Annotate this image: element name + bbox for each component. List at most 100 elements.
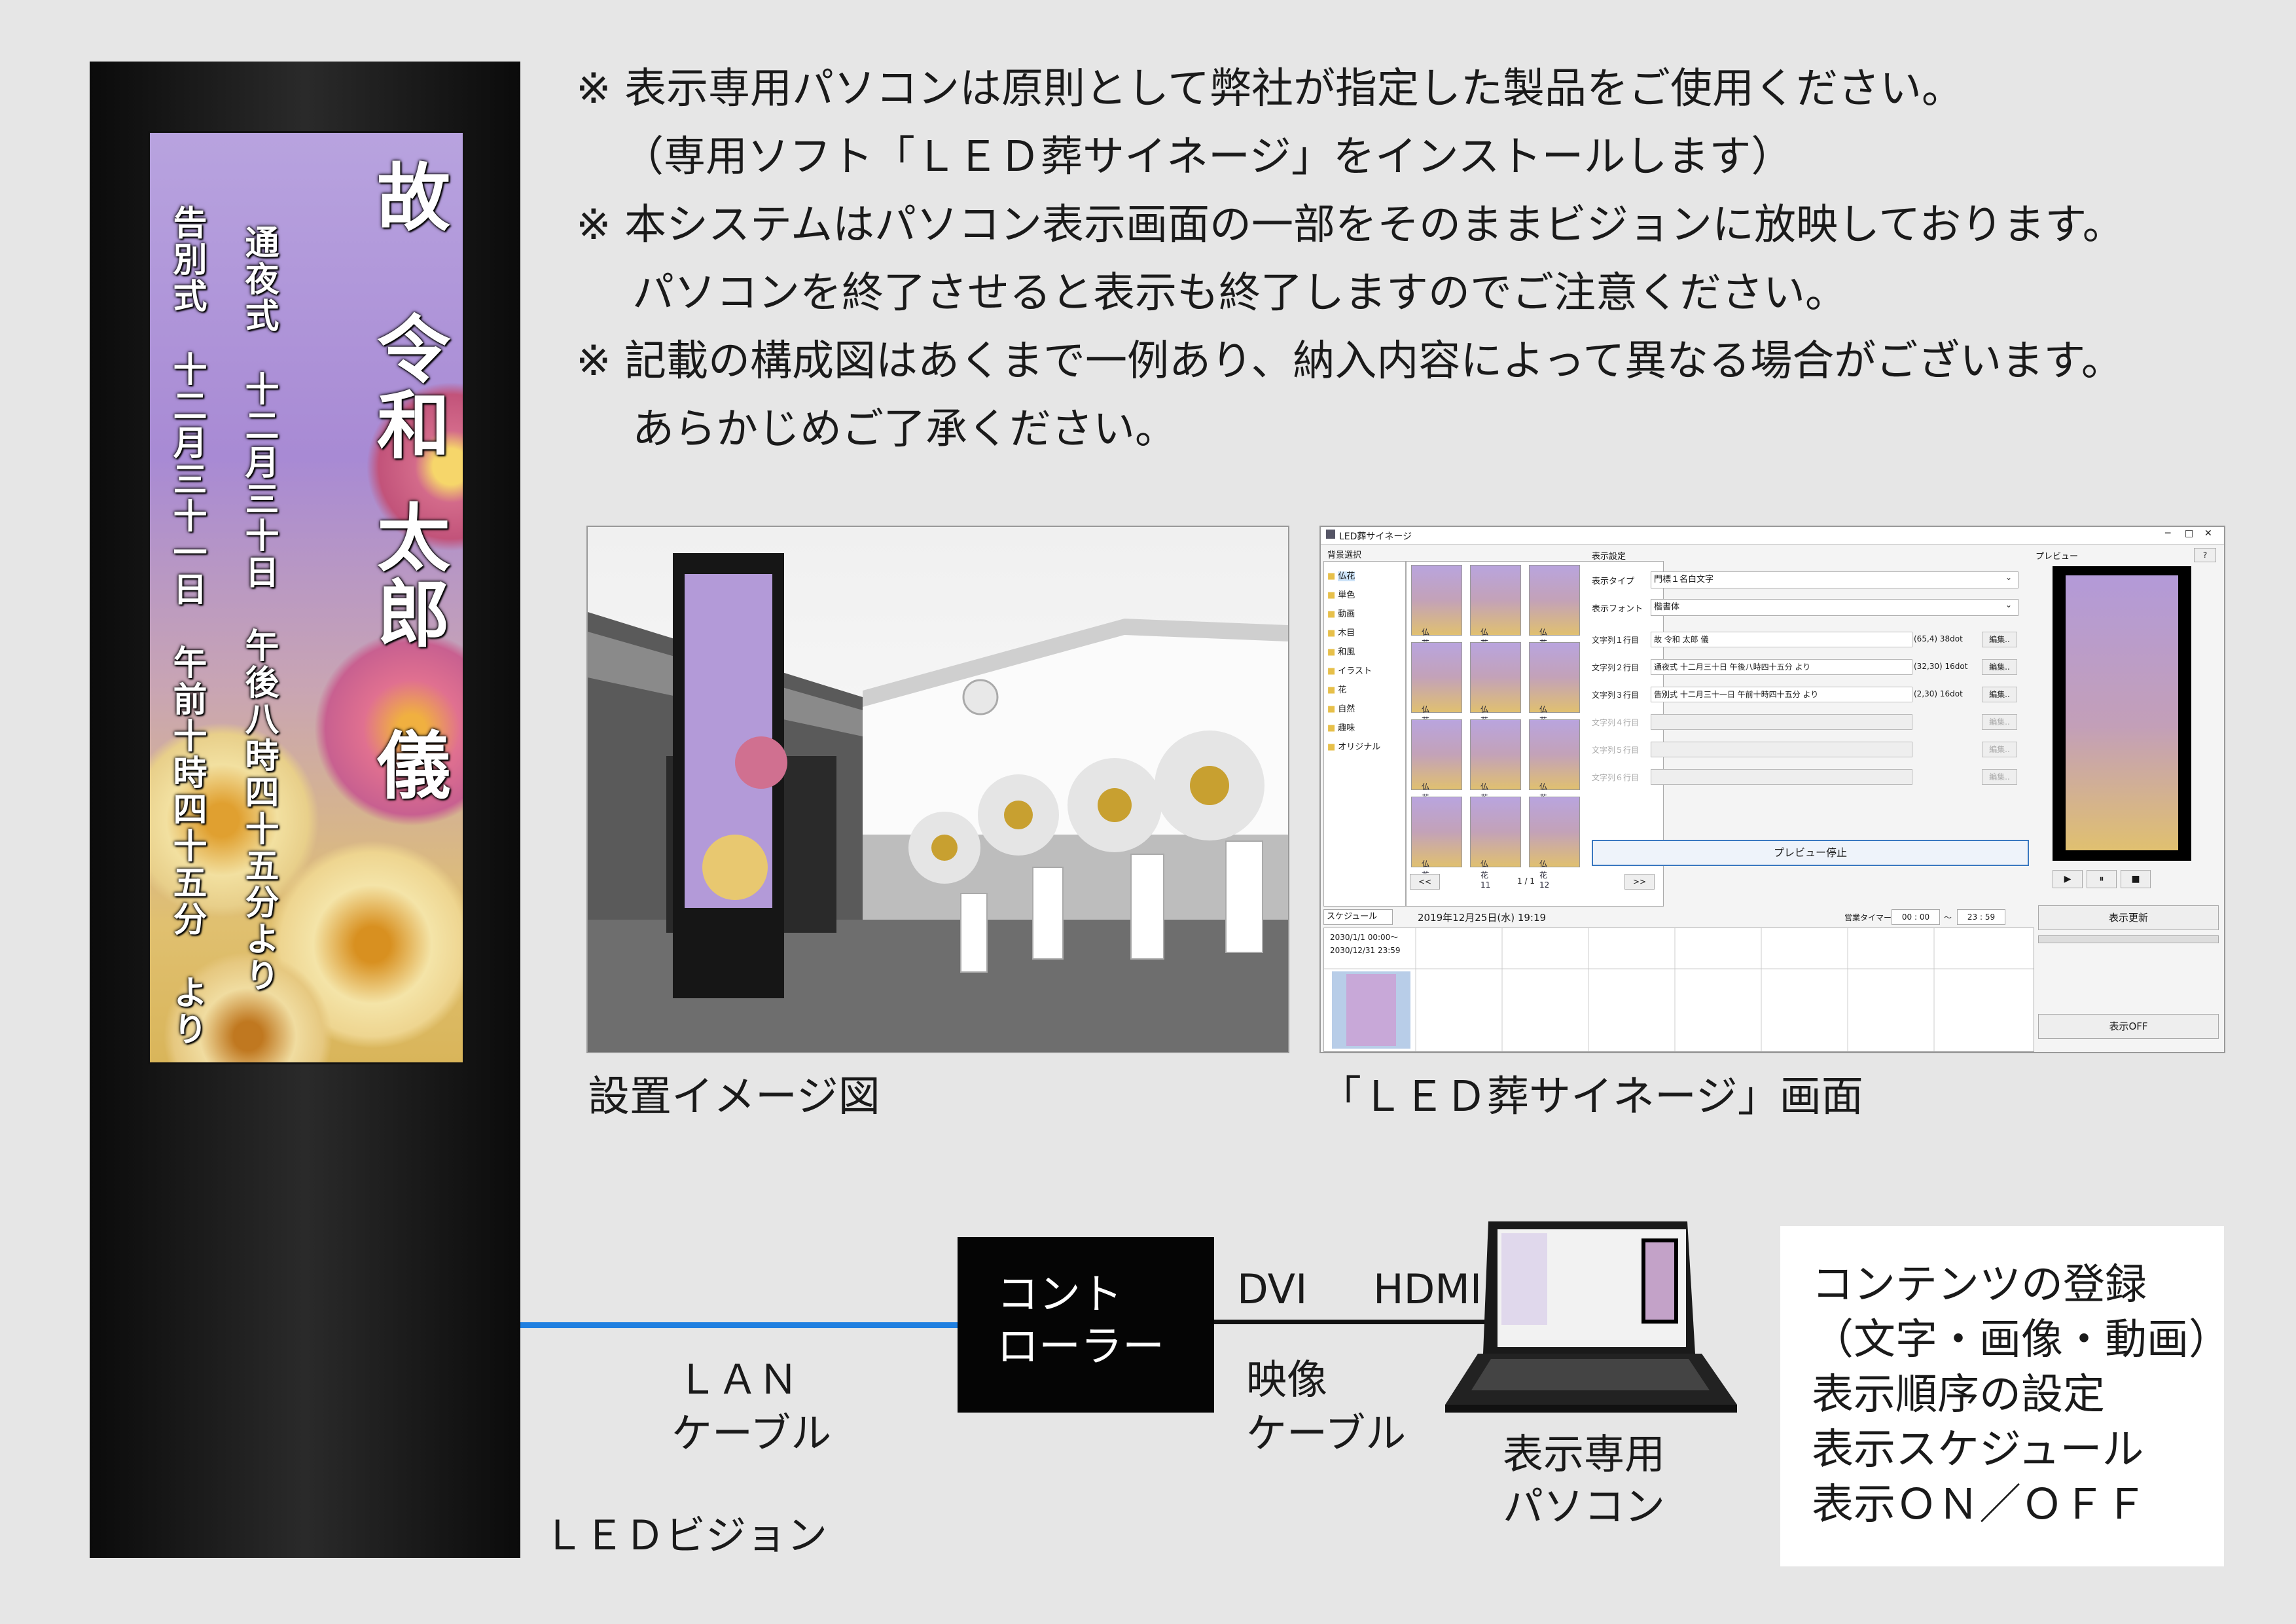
next-page-button[interactable]: >>: [1624, 874, 1655, 890]
note-3b: あらかじめご了承ください。: [632, 405, 1177, 454]
preview-stop-button[interactable]: プレビュー停止: [1592, 840, 2029, 866]
category-label: 単色: [1338, 590, 1355, 600]
led-screen: 故 令和 太郎 儀 通夜式 十二月三十日 午後八時四十五分より 告別式 十二月三…: [148, 131, 465, 1064]
background-thumb[interactable]: [1529, 565, 1580, 636]
app-title: LED葬サイネージ: [1339, 532, 1412, 542]
type-label: 表示タイプ: [1592, 577, 1635, 586]
category-label: 木目: [1338, 628, 1355, 638]
text-row-info: (2,30) 16dot: [1914, 689, 1963, 698]
led-vision-label: ＬＥＤビジョン: [543, 1511, 828, 1559]
function-item-1: コンテンツの登録: [1812, 1261, 2147, 1309]
background-thumb[interactable]: [1529, 797, 1580, 867]
edit-button[interactable]: 編集..: [1982, 632, 2017, 647]
note-2: ※ 本システムはパソコン表示画面の一部をそのままビジョンに放映しております。: [576, 201, 2125, 249]
timer-from[interactable]: 00 : 00: [1892, 909, 1940, 925]
category-item[interactable]: ■ オリジナル: [1327, 740, 1380, 752]
text-row-input[interactable]: 通夜式 十二月三十日 午後八時四十五分 より: [1651, 659, 1912, 675]
category-label: オリジナル: [1338, 742, 1381, 752]
pause-button[interactable]: ⏸: [2087, 870, 2117, 888]
background-thumb[interactable]: [1411, 797, 1462, 867]
sign-name-col1: 故 令和: [365, 159, 450, 463]
category-item[interactable]: ■ 花: [1327, 683, 1346, 695]
text-row-input[interactable]: [1651, 742, 1912, 757]
pc-label-1: 表示専用: [1503, 1430, 1666, 1478]
installation-image: [586, 526, 1289, 1053]
video-label-1: 映像: [1246, 1356, 1328, 1403]
text-row-label: 文字列５行目: [1592, 746, 1640, 755]
update-display-button[interactable]: 表示更新: [2038, 905, 2219, 930]
chevron-down-icon[interactable]: ⌄: [2005, 573, 2012, 582]
category-item[interactable]: ■ 自然: [1327, 702, 1355, 714]
edit-button[interactable]: 編集..: [1982, 659, 2017, 675]
edit-button[interactable]: 編集..: [1982, 742, 2017, 757]
background-thumb[interactable]: [1470, 719, 1521, 790]
app-caption: 「ＬＥＤ葬サイネージ」画面: [1319, 1073, 1863, 1121]
timer-label: 営業タイマー: [1844, 913, 1892, 922]
close-icon[interactable]: ✕: [2204, 528, 2212, 539]
timer-to[interactable]: 23 : 59: [1957, 909, 2005, 925]
text-row-input[interactable]: [1651, 769, 1912, 785]
lan-label-2: ケーブル: [672, 1409, 832, 1457]
category-item[interactable]: ■ 木目: [1327, 626, 1355, 638]
background-thumb[interactable]: [1529, 642, 1580, 713]
installation-illustration: [588, 553, 1288, 1052]
sign-wake-line: 通夜式 十二月三十日 午後八時四十五分より: [239, 225, 279, 994]
video-label-2: ケーブル: [1246, 1409, 1407, 1457]
category-item[interactable]: ■ 和風: [1327, 645, 1355, 657]
thumb-label: 仏花11: [1480, 859, 1491, 890]
category-label: 仏花: [1338, 571, 1355, 581]
folder-icon: ■: [1327, 723, 1336, 733]
folder-icon: ■: [1327, 666, 1336, 676]
text-row-input[interactable]: 告別式 十二月三十一日 午前十時四十五分 より: [1651, 687, 1912, 702]
preview-pane: [2053, 566, 2191, 861]
edit-button[interactable]: 編集..: [1982, 714, 2017, 730]
progress-bar: [2038, 935, 2219, 943]
text-row-input[interactable]: 故 令和 太郎 儀: [1651, 632, 1912, 647]
category-label: 和風: [1338, 647, 1355, 657]
font-select[interactable]: 楷書体: [1651, 599, 2018, 616]
app-titlebar: LED葬サイネージ ─ □ ✕: [1321, 527, 2224, 545]
functions-list: コンテンツの登録 （文字・画像・動画） 表示順序の設定 表示スケジュール 表示Ｏ…: [1812, 1257, 2231, 1532]
schedule-grid: [1323, 928, 2034, 1052]
help-button[interactable]: ?: [2194, 548, 2216, 562]
laptop-icon: [1445, 1219, 1738, 1415]
pc-label-2: パソコン: [1503, 1483, 1666, 1530]
background-thumb[interactable]: [1529, 719, 1580, 790]
schedule-to: 2030/12/31 23:59: [1330, 946, 1401, 955]
category-label: 自然: [1338, 704, 1355, 714]
background-thumb[interactable]: [1470, 642, 1521, 713]
maximize-icon[interactable]: □: [2185, 528, 2193, 539]
minimize-icon[interactable]: ─: [2165, 528, 2170, 539]
background-thumb[interactable]: [1470, 565, 1521, 636]
text-row-info: (32,30) 16dot: [1914, 662, 1968, 671]
stop-button[interactable]: ■: [2121, 870, 2151, 888]
sign-funeral-line: 告別式 十二月三十一日 午前十時四十五分 より: [167, 205, 207, 1048]
play-button[interactable]: ▶: [2053, 870, 2083, 888]
background-thumb[interactable]: [1411, 719, 1462, 790]
lan-label-1: ＬＡＮ: [677, 1356, 799, 1403]
category-label: 動画: [1338, 609, 1355, 619]
chevron-down-icon-2[interactable]: ⌄: [2005, 600, 2012, 609]
note-1b: （専用ソフト「ＬＥＤ葬サイネージ」をインストールします）: [622, 133, 1793, 181]
category-item[interactable]: ■ 趣味: [1327, 721, 1355, 733]
category-item[interactable]: ■ 仏花: [1327, 569, 1355, 581]
function-item-4: 表示スケジュール: [1812, 1426, 2144, 1474]
text-row-input[interactable]: [1651, 714, 1912, 730]
background-thumb[interactable]: [1411, 642, 1462, 713]
category-item[interactable]: ■ 単色: [1327, 588, 1355, 600]
prev-page-button[interactable]: <<: [1410, 874, 1440, 890]
background-thumb[interactable]: [1411, 565, 1462, 636]
type-select[interactable]: 門標１名白文字: [1651, 571, 2018, 588]
display-off-button[interactable]: 表示OFF: [2038, 1014, 2219, 1039]
edit-button[interactable]: 編集..: [1982, 769, 2017, 785]
function-item-5: 表示ＯＮ／ＯＦＦ: [1812, 1481, 2147, 1529]
edit-button[interactable]: 編集..: [1982, 687, 2017, 702]
font-label: 表示フォント: [1592, 604, 1643, 614]
dvi-label: DVI: [1237, 1265, 1308, 1313]
category-item[interactable]: ■ 動画: [1327, 607, 1355, 619]
timer-sep: 〜: [1944, 913, 1952, 922]
background-thumb[interactable]: [1470, 797, 1521, 867]
category-item[interactable]: ■ イラスト: [1327, 664, 1372, 676]
schedule-tab[interactable]: スケジュール: [1323, 909, 1393, 925]
pc-functions-box: コンテンツの登録 （文字・画像・動画） 表示順序の設定 表示スケジュール 表示Ｏ…: [1780, 1226, 2231, 1566]
